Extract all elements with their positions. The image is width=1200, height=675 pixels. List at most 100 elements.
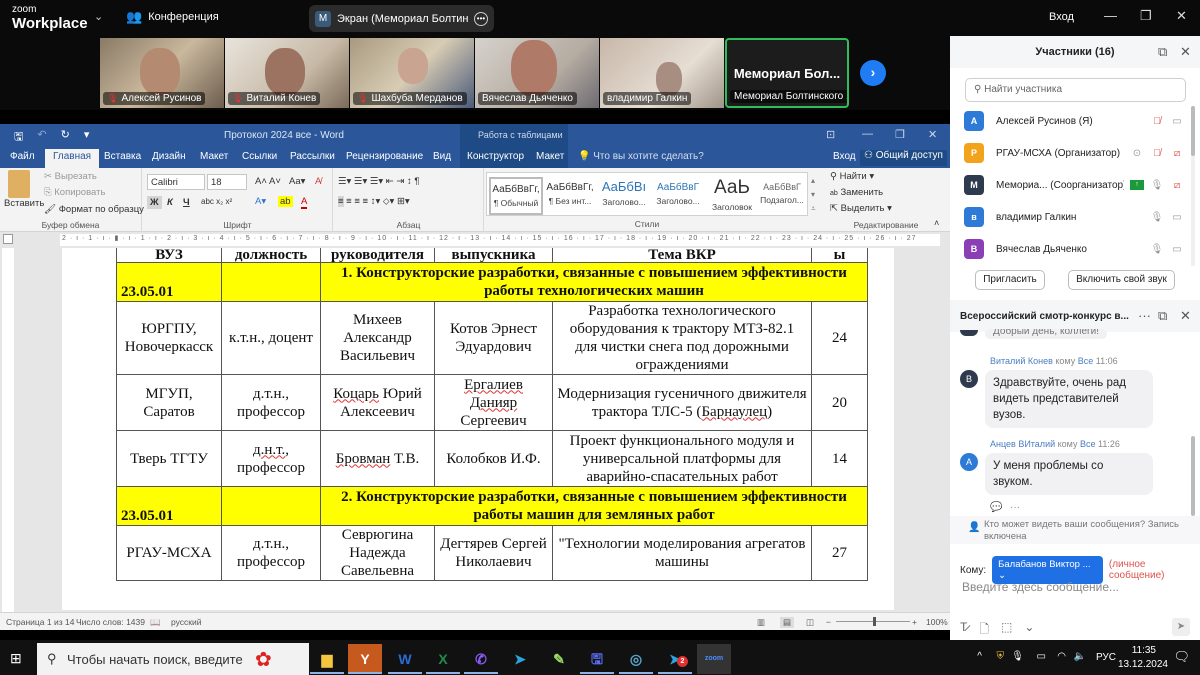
- tab-layout[interactable]: Макет: [200, 151, 228, 162]
- print-layout-icon[interactable]: ▤: [780, 617, 795, 628]
- telegram-icon[interactable]: ➤: [503, 644, 537, 674]
- cell-graduate[interactable]: Ергалиев Данияр Сергеевич: [434, 374, 553, 431]
- word-minimize-icon[interactable]: —: [862, 128, 873, 140]
- style-heading1[interactable]: АаБбВı Заголово...: [597, 177, 651, 215]
- save-app-icon[interactable]: 🖫: [580, 644, 614, 674]
- participant-search-input[interactable]: ⚲ Найти участника: [965, 78, 1186, 102]
- style-heading2[interactable]: АаБбВвГ Заголово...: [651, 177, 705, 215]
- share-button[interactable]: ⚇ Общий доступ: [860, 150, 947, 166]
- font-size-select[interactable]: 18: [207, 174, 247, 190]
- participant-row[interactable]: в владимир Галкин 🎙 ▭: [964, 204, 1184, 230]
- tab-home[interactable]: Главная: [45, 149, 100, 168]
- excel-icon[interactable]: X: [426, 644, 460, 674]
- change-case-icon[interactable]: Aa▾: [289, 176, 305, 187]
- clock-date[interactable]: 13.12.2024: [1118, 659, 1168, 670]
- section-title[interactable]: 1. Конструкторские разработки, связанные…: [320, 262, 868, 302]
- cell-supervisor[interactable]: Михеев Александр Васильевич: [320, 301, 435, 375]
- chat-more-icon[interactable]: ···: [1138, 308, 1151, 323]
- cell-graduate[interactable]: Колобков И.Ф.: [434, 430, 553, 487]
- zoom-level[interactable]: 100%: [926, 617, 948, 627]
- message-more-icon[interactable]: ···: [1010, 502, 1020, 513]
- signin-link[interactable]: Вход: [1049, 11, 1074, 23]
- strikethrough-icon[interactable]: abc x₂ x²: [201, 197, 232, 206]
- tab-selector[interactable]: [3, 234, 13, 244]
- word-close-icon[interactable]: ✕: [928, 128, 937, 141]
- chat-scrollbar[interactable]: [1191, 436, 1195, 516]
- tab-review[interactable]: Рецензирование: [346, 151, 423, 162]
- video-tile[interactable]: 🎙 Виталий Конев: [225, 38, 349, 108]
- styles-scroll-icon[interactable]: ▴ ▾ ⩡: [811, 174, 816, 216]
- page-count[interactable]: Страница 1 из 14: [6, 617, 74, 627]
- restore-icon[interactable]: ❐: [1140, 8, 1152, 24]
- privacy-notice[interactable]: 👤 Кто может видеть ваши сообщения? Запись…: [950, 516, 1200, 544]
- format-icon[interactable]: T̷: [960, 620, 967, 641]
- customize-qat-icon[interactable]: ▾: [84, 128, 90, 147]
- header-cell[interactable]: руководителя: [320, 248, 435, 263]
- chat-sender[interactable]: Виталий Конев: [990, 356, 1053, 366]
- next-page-button[interactable]: ›: [860, 60, 886, 86]
- video-tile[interactable]: 🎙 Алексей Русинов: [100, 38, 224, 108]
- screen-share-pill[interactable]: M Экран (Мемориал Болтинскогс •••: [309, 5, 494, 32]
- chevron-down-icon[interactable]: ⌄: [94, 10, 103, 23]
- zoom-logo[interactable]: zoom Workplace: [12, 5, 88, 32]
- clock-time[interactable]: 11:35: [1132, 645, 1156, 656]
- word-restore-icon[interactable]: ❐: [895, 128, 905, 141]
- telegram-2-icon[interactable]: ➤ 2: [658, 644, 692, 674]
- tab-table-design[interactable]: Конструктор: [467, 151, 524, 162]
- mic-muted-icon[interactable]: 🎙̸: [1150, 148, 1164, 159]
- mic-muted-icon[interactable]: 🎙̸: [1150, 116, 1164, 127]
- cell-position[interactable]: к.т.н., доцент: [221, 301, 321, 375]
- yandex-browser-icon[interactable]: Y: [348, 644, 382, 674]
- vertical-ruler[interactable]: [2, 248, 14, 616]
- cell-supervisor[interactable]: Коцарь Юрий Алексеевич: [320, 374, 435, 431]
- section-empty-cell[interactable]: [221, 262, 321, 302]
- cell-graduate[interactable]: Дегтярев Сергей Николаевич: [434, 525, 553, 581]
- minimize-icon[interactable]: —: [1104, 8, 1117, 23]
- clear-format-icon[interactable]: A̸: [315, 176, 321, 187]
- format-painter-button[interactable]: 🖌 Формат по образцу: [44, 204, 144, 215]
- tab-mailings[interactable]: Рассылки: [290, 151, 335, 162]
- cell-topic[interactable]: Проект функционального модуля и универса…: [552, 430, 812, 487]
- send-button[interactable]: ➤: [1172, 618, 1190, 636]
- participant-row[interactable]: Р РГАУ-МСХА (Организатор) ⊙ 🎙̸ ⧄: [964, 140, 1184, 166]
- cell-topic[interactable]: Разработка технологического оборудования…: [552, 301, 812, 375]
- header-cell[interactable]: должность: [221, 248, 321, 263]
- circle-app-icon[interactable]: ◎: [619, 644, 653, 674]
- cell-supervisor[interactable]: Севрюгина Надежда Савельевна: [320, 525, 435, 581]
- mic-icon[interactable]: 🎙: [1150, 212, 1164, 223]
- video-tile[interactable]: 🎙 Шахбуба Мерданов: [350, 38, 474, 108]
- cell-topic[interactable]: Модернизация гусеничного движителя тракт…: [552, 374, 812, 431]
- style-title[interactable]: АаЬ Заголовок: [705, 177, 759, 215]
- find-button[interactable]: ⚲ Найти ▾: [830, 171, 874, 182]
- unmute-button[interactable]: Включить свой звук: [1068, 270, 1175, 290]
- zoom-slider[interactable]: [836, 617, 910, 626]
- windows-start-icon[interactable]: ⊞: [10, 650, 22, 667]
- tab-references[interactable]: Ссылки: [242, 151, 277, 162]
- section-code[interactable]: 23.05.01: [116, 262, 222, 302]
- defender-icon[interactable]: ⛨: [997, 651, 1005, 662]
- cell-score[interactable]: 14: [811, 430, 868, 487]
- tab-view[interactable]: Вид: [433, 151, 451, 162]
- section-code[interactable]: 23.05.01: [116, 486, 222, 526]
- tell-me-box[interactable]: 💡 Что вы хотите сделать?: [578, 151, 704, 162]
- participants-scrollbar[interactable]: [1191, 106, 1195, 266]
- cell-supervisor[interactable]: Бровман Т.В.: [320, 430, 435, 487]
- chat-close-icon[interactable]: ✕: [1180, 308, 1191, 324]
- redo-icon[interactable]: ↻: [61, 128, 70, 147]
- read-mode-icon[interactable]: ▥: [757, 617, 765, 628]
- text-effects-icon[interactable]: A▾: [255, 196, 266, 207]
- style-no-spacing[interactable]: АаБбВвГг, ¶ Без инт...: [543, 177, 597, 215]
- viber-icon[interactable]: ✆: [464, 644, 498, 674]
- mic-icon[interactable]: 🎙: [1011, 651, 1024, 662]
- underline-button[interactable]: Ч: [183, 197, 190, 208]
- video-tile[interactable]: владимир Галкин: [600, 38, 724, 108]
- invite-button[interactable]: Пригласить: [975, 270, 1045, 290]
- chevron-down-icon[interactable]: ⌄: [1024, 620, 1034, 641]
- cell-vuz[interactable]: МГУП, Саратов: [116, 374, 222, 431]
- reply-icon[interactable]: 💬: [990, 502, 1002, 513]
- copy-button[interactable]: ⎘ Копировать: [44, 187, 105, 198]
- horizontal-ruler[interactable]: 2 · ı · 1 · ı · ▮ · ı · 1 · ı · 2 · ı · …: [60, 234, 940, 246]
- cell-graduate[interactable]: Котов Эрнест Эдуардович: [434, 301, 553, 375]
- style-subtitle[interactable]: АаБбВвГ Подзагол...: [759, 177, 805, 215]
- collapse-ribbon-icon[interactable]: ˄: [934, 218, 939, 228]
